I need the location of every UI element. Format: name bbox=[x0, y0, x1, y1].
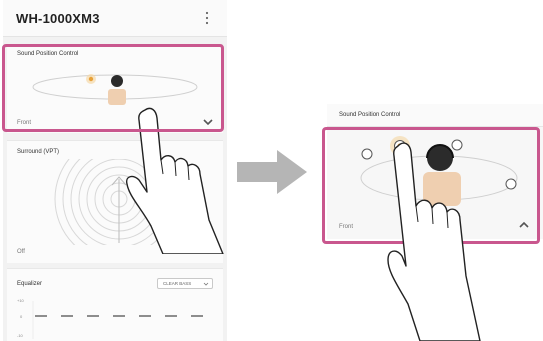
zoom-header: Sound Position Control bbox=[327, 104, 543, 127]
dropdown-arrow-icon bbox=[203, 282, 209, 286]
tap-hand-icon bbox=[387, 142, 481, 341]
equalizer-graph[interactable] bbox=[27, 295, 217, 341]
highlight-frame bbox=[2, 44, 224, 132]
equalizer-card[interactable]: Equalizer CLEAR BASS +10 0 -10 bbox=[7, 268, 223, 341]
equalizer-label: Equalizer bbox=[17, 281, 43, 287]
arrow-right-icon bbox=[237, 150, 307, 194]
eq-tick-zero: 0 bbox=[20, 314, 23, 319]
zoom-card-label: Sound Position Control bbox=[339, 112, 401, 118]
eq-tick-minus10: -10 bbox=[17, 333, 23, 338]
kebab-menu-icon[interactable] bbox=[204, 10, 210, 26]
surround-label: Surround (VPT) bbox=[17, 149, 60, 155]
equalizer-preset-dropdown[interactable]: CLEAR BASS bbox=[157, 278, 213, 289]
app-header: WH-1000XM3 bbox=[3, 0, 227, 37]
app-title: WH-1000XM3 bbox=[16, 11, 100, 26]
eq-tick-plus10: +10 bbox=[17, 298, 24, 303]
equalizer-preset-value: CLEAR BASS bbox=[163, 281, 192, 286]
surround-value: Off bbox=[17, 249, 25, 255]
